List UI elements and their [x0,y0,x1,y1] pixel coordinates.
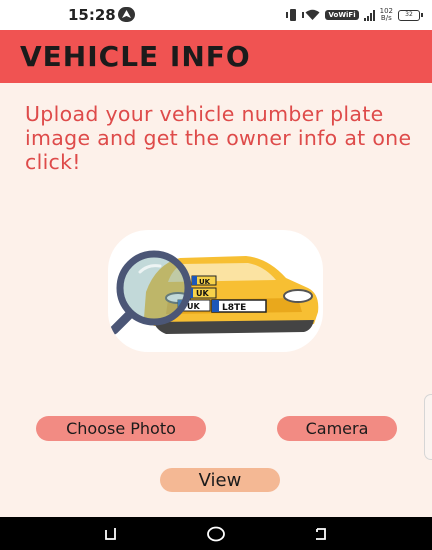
recent-apps-icon[interactable] [102,525,120,543]
battery-icon: 32 [398,9,423,21]
network-speed-unit: B/s [380,14,392,22]
status-icons: VoWiFi 102 B/s 32 [286,6,423,24]
nav-bar [0,517,432,550]
back-icon[interactable] [312,525,330,543]
intro-text: Upload your vehicle number plate image a… [25,102,412,174]
app-bar: VEHICLE INFO [0,30,432,83]
vowifi-badge: VoWiFi [325,10,359,20]
plate-label-1: UK [199,278,211,286]
plate-label-3: UK [187,302,200,311]
vibrate-icon [286,9,305,21]
view-button[interactable]: View [160,468,280,492]
page-title: VEHICLE INFO [20,40,251,73]
camera-button[interactable]: Camera [277,416,397,441]
navigation-status-icon [118,7,135,22]
edge-panel-handle[interactable] [424,394,432,460]
signal-icon [363,9,375,21]
plate-number-main: L8TE [222,303,246,313]
choose-photo-button[interactable]: Choose Photo [36,416,206,441]
network-speed: 102 B/s [380,8,393,22]
status-time: 15:28 [68,6,116,24]
car-illustration: L8TE UK UK UK [108,230,323,352]
plate-label-2: UK [196,289,209,298]
wifi-icon [305,9,320,20]
home-icon[interactable] [206,525,225,543]
status-bar: 15:28 VoWiFi 102 B/s 32 [0,0,432,30]
battery-level: 32 [405,10,413,18]
car-magnifier-icon: L8TE UK UK UK [109,250,319,335]
